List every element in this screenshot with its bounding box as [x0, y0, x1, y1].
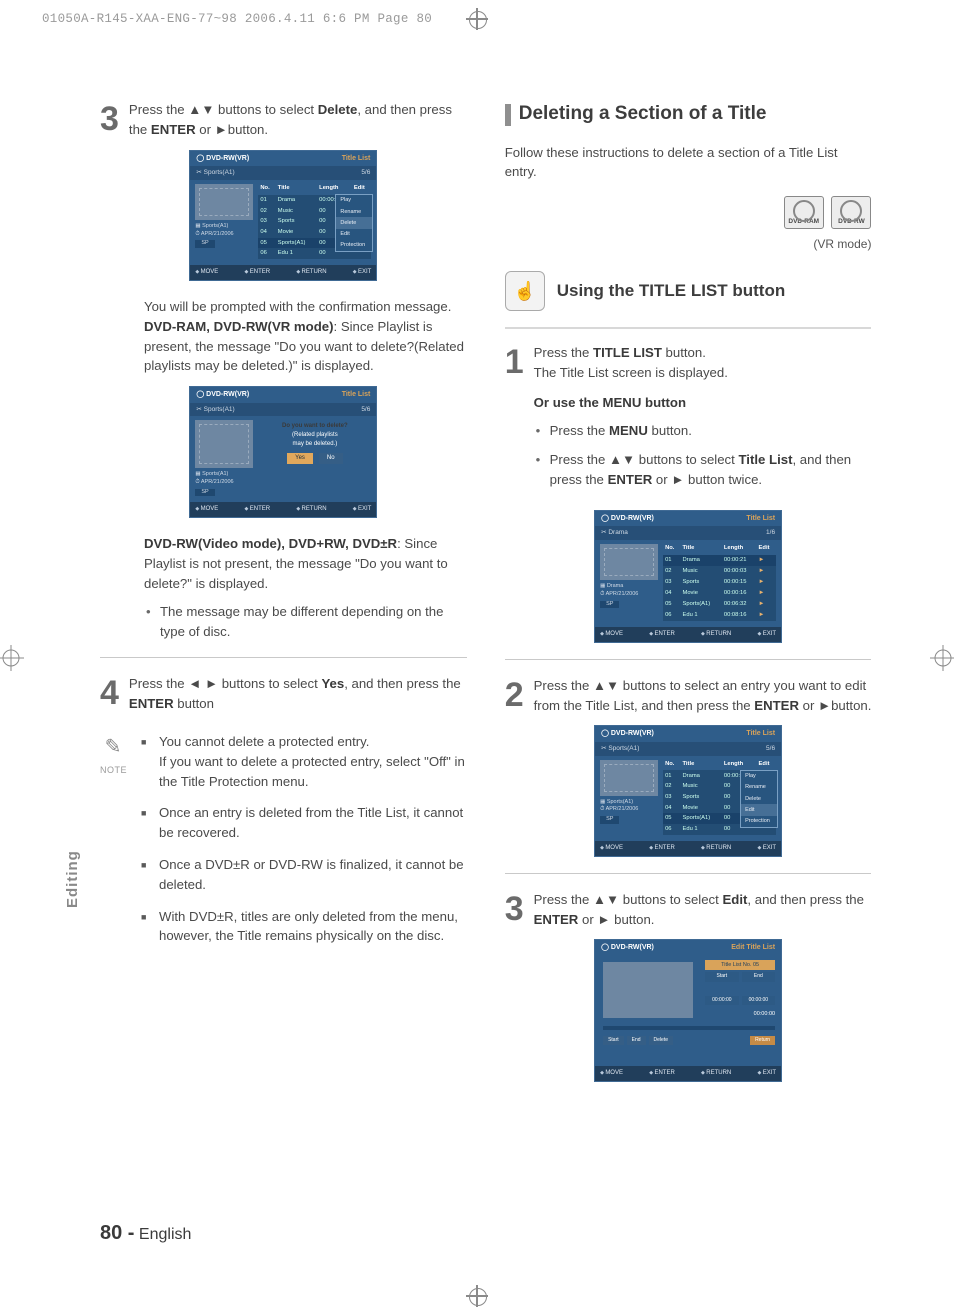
step-text: Press the TITLE LIST button. The Title L… [534, 343, 872, 500]
side-tab-label: Editing [64, 850, 81, 908]
step-number: 3 [505, 892, 524, 932]
step-number: 4 [100, 676, 119, 716]
note-item: With DVD±R, titles are only deleted from… [141, 907, 467, 947]
step-number: 2 [505, 678, 524, 718]
note-item: Once a DVD±R or DVD-RW is finalized, it … [141, 855, 467, 895]
step-2: 2 Press the ▲▼ buttons to select an entr… [505, 676, 872, 716]
subhead: Using the TITLE LIST button [557, 278, 786, 304]
disc-icon-row: DVD-RAM DVD-RW [505, 196, 872, 229]
crop-mark-left [0, 645, 24, 671]
dvd-rw-icon: DVD-RW [831, 196, 871, 229]
step-number: 3 [100, 102, 119, 142]
step-3-right: 3 Press the ▲▼ buttons to select Edit, a… [505, 890, 872, 930]
step-text: Press the ▲▼ buttons to select Delete, a… [129, 100, 467, 140]
osd-edit-title-list: ◯ DVD-RW(VR)Edit Title List Title List N… [594, 939, 782, 1082]
step-text: Press the ◄ ► buttons to select Yes, and… [129, 674, 467, 714]
section-intro: Follow these instructions to delete a se… [505, 143, 872, 183]
note-item: You cannot delete a protected entry. If … [141, 732, 467, 791]
osd-title-list-popup: ◯ DVD-RW(VR)Title List ✂ Sports(A1)5/6 ▦… [594, 725, 782, 856]
page-number: 80 - English [100, 1222, 191, 1245]
msg-vary-bullet: The message may be different depending o… [144, 602, 467, 642]
section-title: Deleting a Section of a Title [519, 100, 767, 129]
crop-mark-right [930, 645, 954, 671]
osd-delete-menu: ◯ DVD-RW(VR)Title List ✂ Sports(A1)5/6 ▦… [189, 150, 377, 281]
note-block: ✎ NOTE You cannot delete a protected ent… [100, 732, 467, 958]
osd-title-list: ◯ DVD-RW(VR)Title List ✂ Drama1/6 ▦ Dram… [594, 510, 782, 643]
section-head: Deleting a Section of a Title [505, 100, 872, 129]
step-1: 1 Press the TITLE LIST button. The Title… [505, 343, 872, 500]
vr-mode-label: (VR mode) [505, 235, 872, 253]
subhead-row: ☝ Using the TITLE LIST button [505, 271, 872, 311]
step-number: 1 [505, 345, 524, 502]
section-bar-icon [505, 104, 511, 126]
left-column: 3 Press the ▲▼ buttons to select Delete,… [100, 100, 467, 1205]
video-mode-paragraph: DVD-RW(Video mode), DVD+RW, DVD±R: Since… [100, 534, 467, 593]
right-column: Deleting a Section of a Title Follow the… [505, 100, 872, 1205]
note-label: NOTE [100, 764, 127, 778]
header-slug: 01050A-R145-XAA-ENG-77~98 2006.4.11 6:6 … [42, 12, 432, 26]
step-text: Press the ▲▼ buttons to select Edit, and… [534, 890, 872, 930]
page: 01050A-R145-XAA-ENG-77~98 2006.4.11 6:6 … [0, 0, 954, 1315]
step-3: 3 Press the ▲▼ buttons to select Delete,… [100, 100, 467, 140]
step-text: Press the ▲▼ buttons to select an entry … [534, 676, 872, 716]
step-4: 4 Press the ◄ ► buttons to select Yes, a… [100, 674, 467, 714]
note-icon: ✎ [100, 732, 126, 762]
dvd-ram-icon: DVD-RAM [784, 196, 824, 229]
crop-mark-bottom [466, 1285, 488, 1307]
confirm-paragraph: You will be prompted with the confirmati… [100, 297, 467, 376]
crop-mark-top [466, 8, 488, 30]
osd-confirm-delete: ◯ DVD-RW(VR)Title List ✂ Sports(A1)5/6 ▦… [189, 386, 377, 518]
hand-press-icon: ☝ [505, 271, 545, 311]
content: 3 Press the ▲▼ buttons to select Delete,… [100, 100, 864, 1205]
note-item: Once an entry is deleted from the Title … [141, 803, 467, 843]
